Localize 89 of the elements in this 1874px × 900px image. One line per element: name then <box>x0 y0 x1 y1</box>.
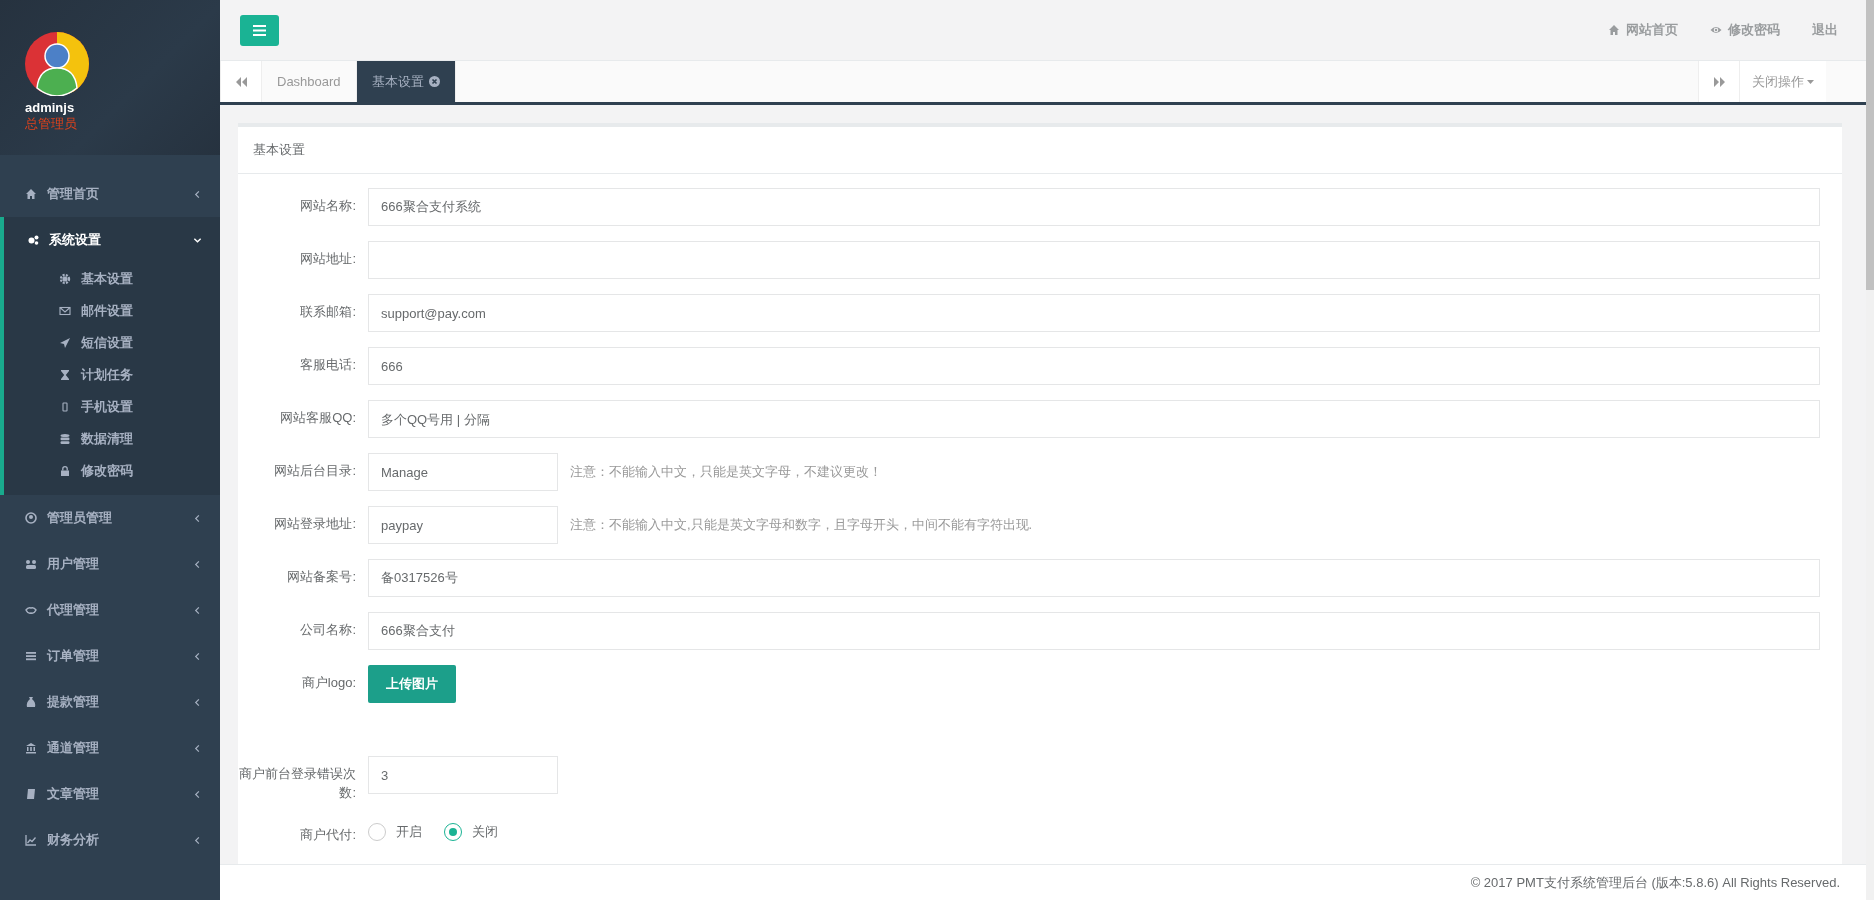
submenu-item[interactable]: 邮件设置 <box>4 295 220 327</box>
menu-icon <box>25 558 37 570</box>
submenu-item[interactable]: 数据清理 <box>4 423 220 455</box>
menu-item[interactable]: 代理管理 <box>0 587 220 633</box>
panel-title: 基本设置 <box>238 127 1842 174</box>
menu-icon <box>25 604 37 616</box>
submenu-icon <box>59 369 71 381</box>
chevron-left-icon <box>193 835 202 845</box>
menu-item[interactable]: 提款管理 <box>0 679 220 725</box>
menu-item[interactable]: 财务分析 <box>0 817 220 863</box>
submenu-icon <box>59 465 71 477</box>
chevron-left-icon <box>193 513 202 523</box>
text-field[interactable]: support@pay.com <box>368 294 1820 332</box>
text-field[interactable] <box>368 241 1820 279</box>
home-icon <box>1608 24 1620 36</box>
menu-icon <box>25 696 37 708</box>
field-label: 联系邮箱: <box>299 303 356 321</box>
chevron-left-icon <box>193 605 202 615</box>
double-right-icon <box>1713 76 1725 87</box>
menu-icon <box>253 24 266 36</box>
text-field[interactable]: 多个QQ号用 | 分隔 <box>368 400 1820 438</box>
text-field[interactable]: 666聚合支付 <box>368 612 1820 650</box>
submenu-item[interactable]: 手机设置 <box>4 391 220 423</box>
menu-icon <box>25 834 37 846</box>
chevron-left-icon <box>193 651 202 661</box>
eye-icon <box>1710 24 1722 36</box>
chevron-left-icon <box>193 697 202 707</box>
user-role: 总管理员 <box>25 115 77 133</box>
menu-item[interactable]: 通道管理 <box>0 725 220 771</box>
menu-button[interactable] <box>240 14 279 46</box>
radio-label: 开启 <box>396 823 422 841</box>
caret-icon <box>1807 79 1814 84</box>
footer-text: © 2017 PMT支付系统管理后台 (版本:5.8.6) All Rights Reserved. <box>220 864 1866 900</box>
scroll-right-button[interactable] <box>1698 61 1740 102</box>
field-label: 网站名称: <box>299 197 356 215</box>
chevron-left-icon <box>193 189 202 199</box>
submenu-item[interactable]: 修改密码 <box>4 455 220 487</box>
radio-label: 关闭 <box>472 823 498 841</box>
text-field[interactable]: 666聚合支付系统 <box>368 188 1820 226</box>
menu-item[interactable]: 系统设置 <box>4 217 220 263</box>
field-note: 注意：不能输入中文,只能是英文字母和数字，且字母开头，中间不能有字符出现. <box>570 516 1033 534</box>
chevron-left-icon <box>193 743 202 753</box>
menu-item[interactable]: 管理首页 <box>0 171 220 217</box>
scrollbar[interactable] <box>1866 0 1874 900</box>
menu-icon <box>25 650 37 662</box>
text-field[interactable]: 666 <box>368 347 1820 385</box>
field-label: 网站客服QQ: <box>279 409 356 427</box>
menu-item[interactable]: 管理员管理 <box>0 495 220 541</box>
text-field[interactable]: paypay <box>368 506 558 544</box>
chevron-left-icon <box>193 559 202 569</box>
field-label: 商户logo: <box>300 674 356 692</box>
menu-icon <box>25 512 37 524</box>
submenu-icon <box>59 401 71 413</box>
field-label: 客服电话: <box>299 356 356 374</box>
field-label: 网站登录地址: <box>273 515 356 533</box>
menu-icon <box>25 188 37 200</box>
submenu-icon <box>59 273 71 285</box>
field-note: 注意：不能输入中文，只能是英文字母，不建议更改！ <box>570 463 882 481</box>
menu-item[interactable]: 用户管理 <box>0 541 220 587</box>
chevron-left-icon <box>193 789 202 799</box>
field-label: 网站地址: <box>299 250 356 268</box>
close-menu-dropdown[interactable]: 关闭操作 <box>1740 61 1826 102</box>
menu-icon <box>25 788 37 800</box>
avatar-icon[interactable] <box>25 32 89 96</box>
submenu-item[interactable]: 计划任务 <box>4 359 220 391</box>
field-label: 公司名称: <box>299 621 356 639</box>
double-left-icon <box>235 76 247 87</box>
submenu-item[interactable]: 基本设置 <box>4 263 220 295</box>
text-field[interactable]: 备0317526号 <box>368 559 1820 597</box>
field-label: 网站备案号: <box>286 568 356 586</box>
text-field[interactable]: 3 <box>368 756 558 794</box>
field-label: 网站后台目录: <box>273 462 356 480</box>
submenu-icon <box>59 433 71 445</box>
scroll-left-button[interactable] <box>220 61 262 102</box>
menu-icon <box>25 742 37 754</box>
field-label: 商户前台登录错误次数: <box>238 765 356 802</box>
close-icon[interactable] <box>428 76 440 87</box>
tab[interactable]: 基本设置 <box>356 61 456 102</box>
text-field[interactable]: Manage <box>368 453 558 491</box>
tab[interactable]: Dashboard <box>262 61 357 102</box>
upload-button[interactable]: 上传图片 <box>368 665 456 703</box>
menu-item[interactable]: 订单管理 <box>0 633 220 679</box>
submenu-item[interactable]: 短信设置 <box>4 327 220 359</box>
submenu-icon <box>59 337 71 349</box>
user-name: adminjs <box>25 100 75 115</box>
field-label: 商户代付: <box>299 826 356 844</box>
submenu-icon <box>59 305 71 317</box>
menu-item[interactable]: 文章管理 <box>0 771 220 817</box>
menu-icon <box>27 234 39 246</box>
